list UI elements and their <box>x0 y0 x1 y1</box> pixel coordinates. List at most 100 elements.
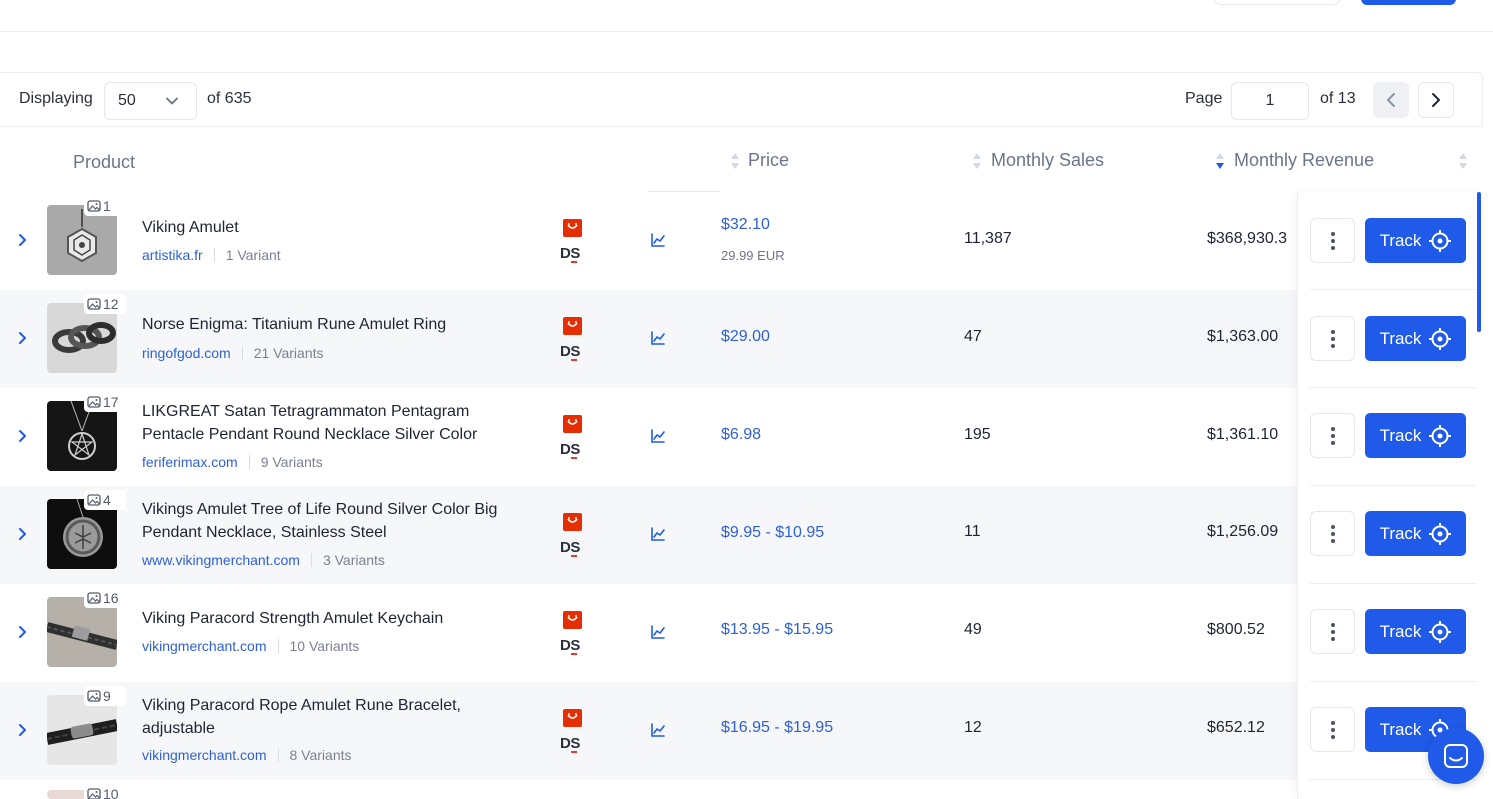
prev-page-button[interactable] <box>1373 82 1409 118</box>
per-page-select[interactable]: 50 <box>104 82 197 120</box>
image-count-badge: 12 <box>84 294 126 314</box>
chevron-right-icon[interactable] <box>15 331 29 345</box>
chevron-right-icon[interactable] <box>15 233 29 247</box>
sort-desc-active-icon[interactable] <box>1215 151 1225 171</box>
chevron-right-icon[interactable] <box>15 527 29 541</box>
sort-icon[interactable] <box>730 151 740 171</box>
chat-icon <box>1444 744 1468 768</box>
image-icon <box>87 494 101 506</box>
store-link[interactable]: artistika.fr <box>142 247 203 263</box>
column-product[interactable]: Product <box>73 152 135 173</box>
chat-launcher-button[interactable] <box>1428 728 1484 784</box>
product-name[interactable]: Vikings Amulet Tree of Life Round Silver… <box>142 498 502 544</box>
row-actions: Track <box>1310 192 1476 290</box>
image-count: 10 <box>103 786 119 799</box>
product-name[interactable]: Viking Amulet <box>142 216 522 239</box>
monthly-revenue: $800.52 <box>1207 621 1265 638</box>
sort-icon[interactable] <box>972 151 982 171</box>
more-options-button[interactable] <box>1310 218 1355 263</box>
chevron-right-icon[interactable] <box>15 625 29 639</box>
table-row[interactable]: 12 Norse Enigma: Titanium Rune Amulet Ri… <box>0 290 1297 388</box>
more-vertical-icon <box>1330 720 1335 739</box>
top-bar <box>0 0 1493 32</box>
aliexpress-icon[interactable] <box>563 513 582 531</box>
more-options-button[interactable] <box>1310 413 1355 458</box>
vertical-scrollbar[interactable] <box>1477 192 1481 332</box>
track-button[interactable]: Track <box>1365 511 1466 556</box>
row-actions: Track <box>1310 290 1476 388</box>
aliexpress-icon[interactable] <box>563 709 582 727</box>
crosshair-icon <box>1429 620 1452 643</box>
dropshipping-icon[interactable]: DS <box>560 343 580 361</box>
chevron-right-icon[interactable] <box>15 723 29 737</box>
price: $32.10 <box>721 216 770 233</box>
store-link[interactable]: vikingmerchant.com <box>142 638 267 654</box>
table-row[interactable]: 16 Viking Paracord Strength Amulet Keych… <box>0 584 1297 682</box>
more-options-button[interactable] <box>1310 609 1355 654</box>
page-count: of 13 <box>1320 90 1356 107</box>
more-options-button[interactable] <box>1310 316 1355 361</box>
more-options-button[interactable] <box>1310 707 1355 752</box>
product-meta: vikingmerchant.com 10 Variants <box>142 638 359 654</box>
crosshair-icon <box>1429 229 1452 252</box>
trend-chart-icon[interactable] <box>650 232 666 248</box>
column-price[interactable]: Price <box>748 150 789 171</box>
sort-icon[interactable] <box>1458 151 1468 171</box>
table-row[interactable]: 4 Vikings Amulet Tree of Life Round Silv… <box>0 486 1297 584</box>
product-name[interactable]: Norse Enigma: Titanium Rune Amulet Ring <box>142 313 522 336</box>
dropshipping-icon[interactable]: DS <box>560 441 580 459</box>
aliexpress-icon[interactable] <box>563 219 582 237</box>
track-button[interactable]: Track <box>1365 609 1466 654</box>
monthly-sales: 195 <box>964 426 991 443</box>
store-link[interactable]: ringofgod.com <box>142 345 231 361</box>
aliexpress-icon[interactable] <box>563 611 582 629</box>
trend-chart-icon[interactable] <box>650 330 666 346</box>
image-icon <box>87 690 101 702</box>
page-input[interactable]: 1 <box>1231 82 1309 120</box>
store-link[interactable]: vikingmerchant.com <box>142 747 267 763</box>
more-options-button[interactable] <box>1310 511 1355 556</box>
column-monthly-sales[interactable]: Monthly Sales <box>991 150 1104 171</box>
table-row[interactable]: 1 Viking Amulet artistika.fr 1 Variant DS… <box>0 192 1297 290</box>
product-name[interactable]: LIKGREAT Satan Tetragrammaton Pentagram … <box>142 400 502 446</box>
image-icon <box>87 200 101 212</box>
dropshipping-icon[interactable]: DS <box>560 245 580 263</box>
column-monthly-revenue[interactable]: Monthly Revenue <box>1234 150 1374 171</box>
product-name[interactable]: Viking Paracord Rope Amulet Rune Bracele… <box>142 694 502 740</box>
monthly-sales: 47 <box>964 328 982 345</box>
trend-chart-icon[interactable] <box>650 722 666 738</box>
trend-chart-icon[interactable] <box>650 428 666 444</box>
trend-chart-icon[interactable] <box>650 526 666 542</box>
track-button[interactable]: Track <box>1365 413 1466 458</box>
trend-chart-icon[interactable] <box>650 624 666 640</box>
next-page-button[interactable] <box>1418 82 1454 118</box>
dropshipping-icon[interactable]: DS <box>560 539 580 557</box>
row-actions: Track <box>1310 388 1476 486</box>
store-link[interactable]: feriferimax.com <box>142 454 238 470</box>
store-link[interactable]: www.vikingmerchant.com <box>142 552 300 568</box>
image-icon <box>87 592 101 604</box>
aliexpress-icon[interactable] <box>563 317 582 335</box>
track-label: Track <box>1379 425 1422 445</box>
more-vertical-icon <box>1330 231 1335 250</box>
price: $29.00 <box>721 328 770 345</box>
image-count: 1 <box>103 198 111 214</box>
page-label: Page <box>1185 90 1223 107</box>
aliexpress-icon[interactable] <box>563 415 582 433</box>
monthly-revenue: $368,930.3 <box>1207 230 1288 247</box>
table-row[interactable]: 17 LIKGREAT Satan Tetragrammaton Pentagr… <box>0 388 1297 486</box>
track-button[interactable]: Track <box>1365 316 1466 361</box>
per-page-value: 50 <box>118 92 136 109</box>
track-button[interactable]: Track <box>1365 218 1466 263</box>
dropshipping-icon[interactable]: DS <box>560 637 580 655</box>
product-meta: ringofgod.com 21 Variants <box>142 345 324 361</box>
image-count-badge: 9 <box>84 686 126 706</box>
product-name[interactable]: Viking Paracord Strength Amulet Keychain <box>142 607 522 630</box>
top-action-button[interactable] <box>1361 0 1456 5</box>
chevron-right-icon[interactable] <box>15 429 29 443</box>
table-row[interactable]: 10 <box>0 780 1297 799</box>
product-meta: www.vikingmerchant.com 3 Variants <box>142 552 385 568</box>
top-filter-select[interactable] <box>1213 0 1341 5</box>
table-row[interactable]: 9 Viking Paracord Rope Amulet Rune Brace… <box>0 682 1297 780</box>
dropshipping-icon[interactable]: DS <box>560 735 580 753</box>
